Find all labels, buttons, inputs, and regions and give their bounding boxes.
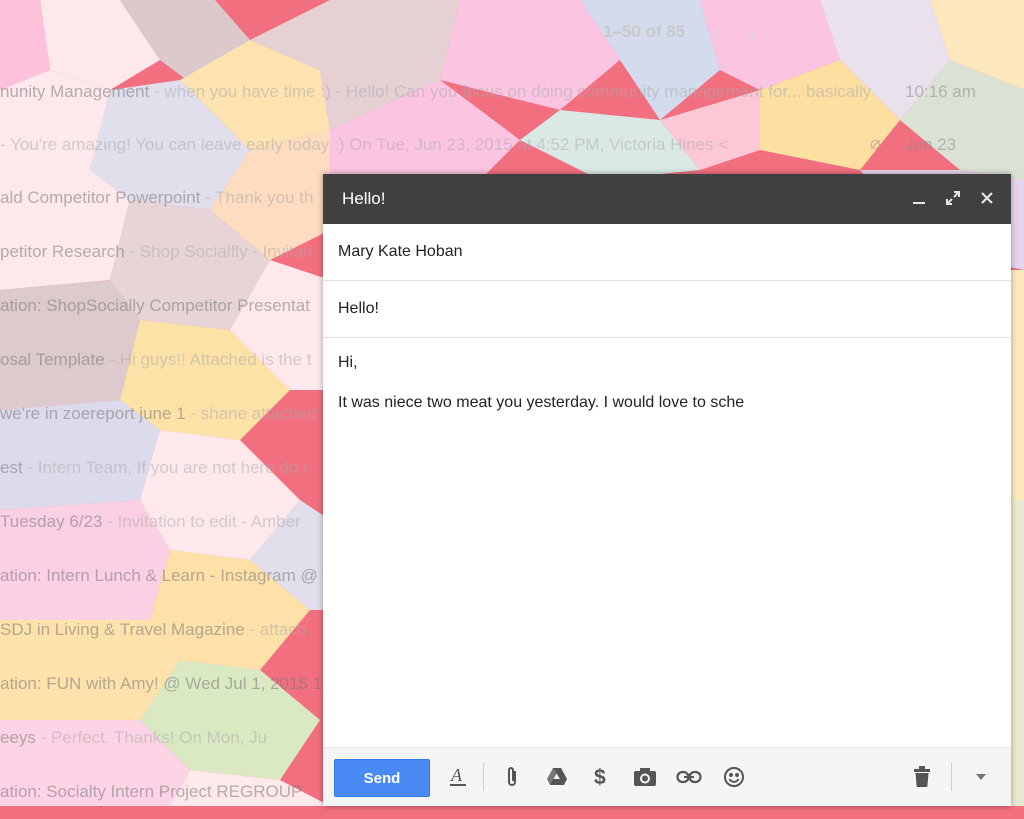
attach-icon[interactable] bbox=[499, 764, 525, 790]
next-page-icon[interactable]: › bbox=[748, 20, 784, 47]
subject-field[interactable]: Hello! bbox=[323, 281, 1011, 338]
compose-title: Hello! bbox=[342, 189, 386, 208]
inbox-row[interactable]: - You're amazing! You can leave early to… bbox=[0, 119, 1024, 172]
compose-toolbar: Send A $ bbox=[323, 747, 1011, 806]
money-icon[interactable]: $ bbox=[588, 764, 614, 790]
trash-icon[interactable] bbox=[909, 764, 935, 790]
to-field[interactable]: Mary Kate Hoban bbox=[323, 224, 1011, 281]
compose-header[interactable]: Hello! bbox=[323, 174, 1011, 224]
emoji-icon[interactable] bbox=[721, 764, 747, 790]
inbox-row[interactable]: nunity Management - when you have time :… bbox=[0, 66, 1024, 119]
attachment-icon: ⌀ bbox=[870, 133, 881, 153]
to-recipient[interactable]: Mary Kate Hoban bbox=[338, 243, 463, 261]
send-button[interactable]: Send bbox=[334, 759, 430, 797]
link-icon[interactable] bbox=[676, 764, 702, 790]
more-options-icon[interactable] bbox=[968, 764, 994, 790]
pager-arrows[interactable]: ‹› bbox=[712, 20, 784, 48]
drive-icon[interactable] bbox=[544, 764, 570, 790]
pager-count: 1–50 of 85 bbox=[603, 22, 686, 41]
svg-text:A: A bbox=[450, 766, 463, 785]
body-line: Hi, bbox=[338, 354, 358, 371]
close-icon[interactable] bbox=[977, 187, 997, 209]
body-line: It was niece two meat you yesterday. I w… bbox=[338, 394, 745, 411]
previous-page-icon[interactable]: ‹ bbox=[712, 20, 748, 47]
message-body[interactable]: Hi, It was niece two meat you yesterday.… bbox=[323, 338, 1011, 450]
svg-text:$: $ bbox=[594, 766, 606, 789]
compose-window: Hello! Mary Kate Hoban Hello! Hi, It was… bbox=[323, 174, 1011, 806]
minimize-icon[interactable] bbox=[909, 187, 929, 209]
expand-icon[interactable] bbox=[943, 187, 963, 209]
subject-input[interactable]: Hello! bbox=[338, 300, 379, 318]
format-text-icon[interactable]: A bbox=[445, 764, 471, 790]
camera-icon[interactable] bbox=[632, 764, 658, 790]
